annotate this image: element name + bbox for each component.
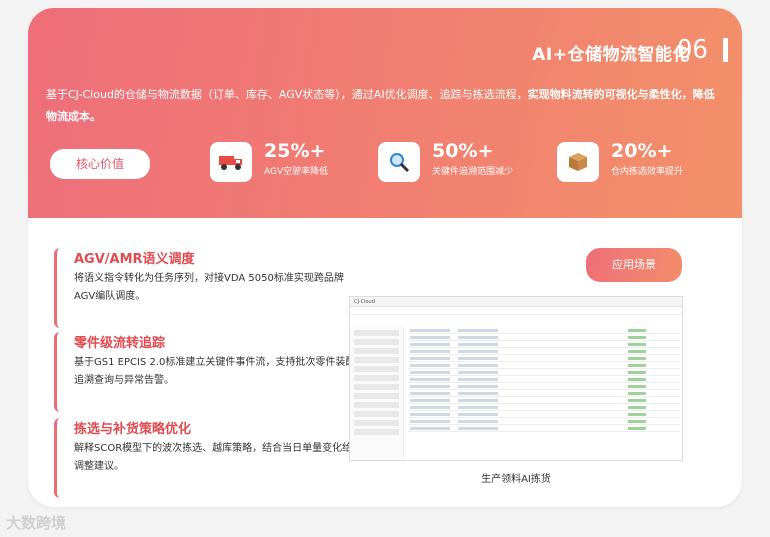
stat-value: 25%+ bbox=[264, 140, 326, 162]
stat-label: 关键件追溯范围减少 bbox=[432, 167, 514, 177]
app-screenshot: CJ-Cloud bbox=[349, 296, 683, 461]
feature-desc: 解释SCOR模型下的波次拣选、越库策略，结合当日单量变化给出调整建议。 bbox=[74, 443, 363, 472]
intro-text: 基于CJ-Cloud的仓储与物流数据（订单、库存、AGV状态等），通过AI优化调… bbox=[46, 88, 715, 123]
magnifier-icon bbox=[378, 142, 420, 182]
stat-label: 仓内拣选效率提升 bbox=[611, 167, 684, 177]
feature-desc: 将语义指令转化为任务序列，对接VDA 5050标准实现跨品牌AGV编队调度。 bbox=[74, 273, 344, 302]
app-titlebar: CJ-Cloud bbox=[350, 297, 682, 307]
title-bar bbox=[723, 38, 728, 62]
feature-title: AGV/AMR语义调度 bbox=[74, 252, 195, 267]
hero-banner: AI+仓储物流智能化 06 基于CJ-Cloud的仓储与物流数据（订单、库存、A… bbox=[28, 8, 742, 218]
truck-icon bbox=[210, 142, 252, 182]
section-number: 06 bbox=[676, 35, 708, 65]
accent-border bbox=[54, 418, 60, 498]
scene-pill[interactable]: 应用场景 bbox=[586, 248, 682, 282]
accent-border bbox=[54, 332, 60, 412]
box-icon bbox=[557, 142, 599, 182]
watermark: 大数跨境 bbox=[6, 514, 67, 532]
app-sidebar bbox=[350, 327, 404, 460]
page-title: AI+仓储物流智能化 bbox=[532, 45, 690, 65]
screenshot-caption: 生产领料AI拣货 bbox=[481, 474, 551, 485]
feature-title: 拣选与补货策略优化 bbox=[74, 422, 192, 437]
feature-title: 零件级流转追踪 bbox=[74, 336, 166, 351]
stat-value: 20%+ bbox=[611, 140, 673, 162]
app-toolbar bbox=[350, 307, 682, 315]
core-value-pill[interactable]: 核心价值 bbox=[50, 149, 150, 179]
feature-desc: 基于GS1 EPCIS 2.0标准建立关键件事件流，支持批次零件装配追溯查询与异… bbox=[74, 357, 356, 386]
app-table bbox=[408, 327, 680, 432]
stat-value: 50%+ bbox=[432, 140, 494, 162]
accent-border bbox=[54, 248, 60, 328]
stat-label: AGV空驶率降低 bbox=[264, 167, 329, 177]
